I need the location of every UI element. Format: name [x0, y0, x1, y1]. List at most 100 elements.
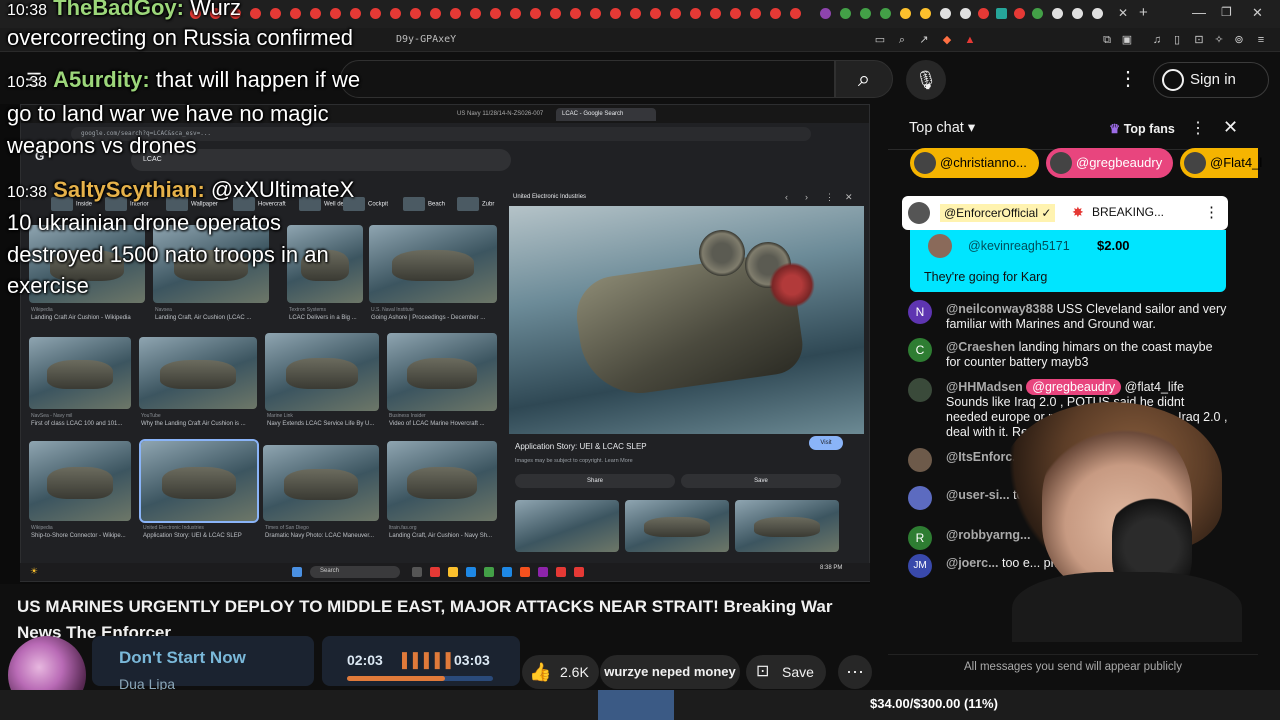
- settings-kebab-icon[interactable]: ⋮: [1116, 67, 1140, 91]
- related-image[interactable]: [515, 500, 619, 552]
- result-caption[interactable]: Landing Craft, Air Cushion (LCAC ...: [155, 315, 280, 321]
- related-image[interactable]: [735, 500, 839, 552]
- filter-chip[interactable]: Zubr: [457, 197, 494, 211]
- image-result[interactable]: [265, 333, 379, 411]
- chat-mode-dropdown[interactable]: Top chat ▾: [909, 120, 975, 136]
- chat-author[interactable]: @neilconway8388: [946, 302, 1053, 316]
- avatar[interactable]: [908, 378, 932, 402]
- superchat-author[interactable]: @kevinreagh5171: [968, 239, 1070, 253]
- preview-title[interactable]: Application Story: UEI & LCAC SLEP: [515, 442, 647, 451]
- tab-favicon[interactable]: [250, 8, 261, 19]
- address-url[interactable]: D9y-GPAxeY: [396, 34, 456, 45]
- start-icon[interactable]: [292, 567, 302, 577]
- like-button[interactable]: 👍 2.6K: [522, 655, 599, 689]
- preview-source[interactable]: United Electronic Industries: [513, 194, 586, 200]
- result-caption[interactable]: Navy Extends LCAC Service Life By U...: [267, 421, 381, 427]
- tab-favicon[interactable]: [610, 8, 621, 19]
- result-caption[interactable]: Going Ashore | Proceedings - December ..…: [371, 315, 499, 321]
- close-window-icon[interactable]: ✕: [1252, 5, 1263, 21]
- tab-favicon[interactable]: [570, 8, 581, 19]
- brave-shield-icon[interactable]: ◆: [940, 33, 954, 47]
- avatar[interactable]: [908, 486, 932, 510]
- prev-image-icon[interactable]: ‹: [785, 192, 788, 202]
- voice-search-button[interactable]: 🎙: [906, 60, 946, 100]
- tab-favicon[interactable]: [750, 8, 761, 19]
- tab-favicon[interactable]: [450, 8, 461, 19]
- app-icon[interactable]: [448, 567, 458, 577]
- image-result[interactable]: [29, 441, 131, 521]
- tab-favicon[interactable]: [650, 8, 661, 19]
- sign-in-button[interactable]: Sign in: [1153, 62, 1269, 98]
- tab-favicon[interactable]: [710, 8, 721, 19]
- ticker-item[interactable]: @Flat4_l: [1180, 148, 1262, 178]
- result-caption[interactable]: Landing Craft Air Cushion - Wikipedia: [31, 315, 151, 321]
- save-button[interactable]: ⊡ Save: [746, 655, 826, 689]
- tab-favicon[interactable]: [550, 8, 561, 19]
- app-icon[interactable]: [556, 567, 566, 577]
- result-caption[interactable]: LCAC Delivers in a Big ...: [289, 315, 369, 321]
- pinned-menu-icon[interactable]: ⋮: [1204, 203, 1219, 221]
- tab-favicon[interactable]: [270, 8, 281, 19]
- pinned-message[interactable]: @EnforcerOfficial ✓ ✸ BREAKING... ⋮: [902, 196, 1228, 230]
- related-image[interactable]: [625, 500, 729, 552]
- tab-favicon[interactable]: [590, 8, 601, 19]
- avatar[interactable]: N: [908, 300, 932, 324]
- image-result[interactable]: [369, 225, 497, 303]
- filter-chip[interactable]: Beach: [403, 197, 445, 211]
- search-input[interactable]: [340, 60, 835, 98]
- tab-favicon[interactable]: [530, 8, 541, 19]
- inner-tab[interactable]: US Navy 11/28/14-N-ZS026-007: [451, 108, 551, 121]
- tab-favicon[interactable]: [840, 8, 851, 19]
- avatar[interactable]: JM: [908, 554, 932, 578]
- menu-icon[interactable]: ≡: [1254, 33, 1268, 47]
- share-button[interactable]: Share: [515, 474, 675, 488]
- avatar[interactable]: [908, 448, 932, 472]
- app-icon[interactable]: [574, 567, 584, 577]
- pinned-author[interactable]: @EnforcerOfficial ✓: [940, 204, 1056, 222]
- result-caption[interactable]: Dramatic Navy Photo: LCAC Maneuver...: [265, 533, 383, 539]
- tab-favicon[interactable]: [1092, 8, 1103, 19]
- chat-options-kebab-icon[interactable]: ⋮: [1190, 118, 1206, 138]
- bookmark-icon[interactable]: ⊡: [1192, 33, 1206, 47]
- taskbar-search[interactable]: Search: [310, 566, 400, 578]
- more-options-icon[interactable]: ⋮: [825, 192, 834, 203]
- media-icon[interactable]: ♫: [1150, 33, 1164, 47]
- result-caption[interactable]: First of class LCAC 100 and 101...: [31, 421, 136, 427]
- save-image-button[interactable]: Save: [681, 474, 841, 488]
- tab-favicon[interactable]: [390, 8, 401, 19]
- avatar[interactable]: R: [908, 526, 932, 550]
- result-caption[interactable]: Application Story: UEI & LCAC SLEP: [143, 533, 261, 539]
- tab-favicon[interactable]: [730, 8, 741, 19]
- tab-favicon[interactable]: [790, 8, 801, 19]
- visit-button[interactable]: Visit: [809, 436, 843, 450]
- result-caption[interactable]: Ship-to-Shore Connector - Wikipe...: [31, 533, 136, 539]
- image-result-selected[interactable]: [139, 439, 259, 523]
- ticker-item[interactable]: @christianno...: [910, 148, 1039, 178]
- tab-favicon[interactable]: [510, 8, 521, 19]
- leo-icon[interactable]: ✧: [1212, 33, 1226, 47]
- chat-author[interactable]: @Craeshen: [946, 340, 1015, 354]
- tab-favicon[interactable]: [960, 8, 971, 19]
- tab-favicon[interactable]: [940, 8, 951, 19]
- maximize-icon[interactable]: ❐: [1221, 5, 1232, 19]
- app-icon[interactable]: [502, 567, 512, 577]
- close-tab-icon[interactable]: ✕: [1118, 6, 1128, 20]
- image-result[interactable]: [387, 333, 497, 411]
- app-icon[interactable]: [466, 567, 476, 577]
- preview-image[interactable]: [509, 206, 864, 434]
- app-icon[interactable]: [520, 567, 530, 577]
- tab-favicon[interactable]: [670, 8, 681, 19]
- share-icon[interactable]: ↗: [917, 33, 931, 47]
- chat-author[interactable]: @joerc...: [946, 556, 998, 570]
- taskbar-clock[interactable]: 8:38 PM: [820, 565, 842, 571]
- app-icon[interactable]: [484, 567, 494, 577]
- tab-favicon[interactable]: [330, 8, 341, 19]
- avatar[interactable]: C: [908, 338, 932, 362]
- search-button[interactable]: ⌕: [835, 60, 893, 98]
- ticker-item[interactable]: @gregbeaudry: [1046, 148, 1173, 178]
- new-tab-icon[interactable]: +: [1139, 4, 1148, 21]
- tab-favicon[interactable]: [880, 8, 891, 19]
- result-caption[interactable]: Video of LCAC Marine Hovercraft ...: [389, 421, 501, 427]
- tab-favicon[interactable]: [996, 8, 1007, 19]
- tab-favicon[interactable]: [770, 8, 781, 19]
